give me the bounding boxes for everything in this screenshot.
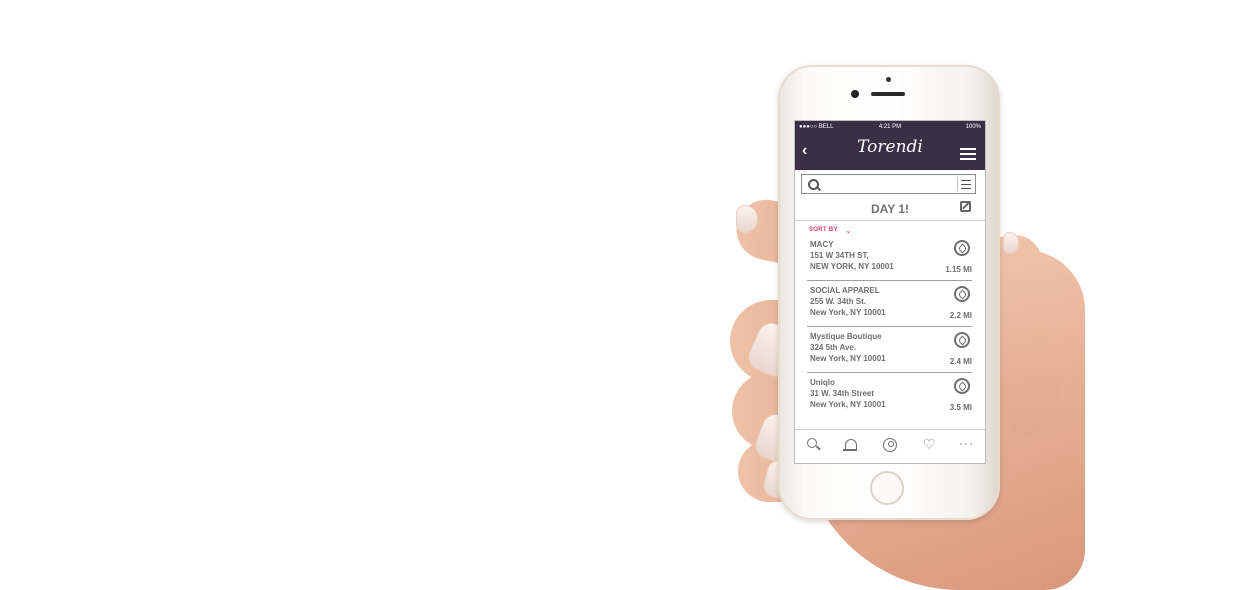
sort-by-label[interactable]: SORT BY	[809, 227, 838, 233]
hamburger-icon[interactable]	[960, 148, 976, 160]
bell-icon[interactable]	[843, 438, 857, 452]
list-item[interactable]: MACY 151 W 34TH ST, NEW YORK, NY 10001 1…	[807, 235, 972, 281]
list-item[interactable]: Uniqlo 31 W. 34th Street New York, NY 10…	[807, 373, 972, 418]
compass-icon[interactable]	[954, 378, 970, 394]
phone-sensor	[886, 77, 891, 82]
status-time: 4:21 PM	[878, 124, 902, 130]
compass-icon[interactable]	[954, 286, 970, 302]
store-address-line2: New York, NY 10001	[810, 308, 886, 317]
tab-bar: ♡ ···	[795, 429, 985, 463]
home-button[interactable]	[870, 471, 904, 505]
store-name: MACY	[810, 240, 834, 249]
store-distance: 1.15 MI	[945, 265, 972, 274]
app-logo: Torendi	[857, 137, 923, 157]
store-distance: 2.4 MI	[949, 357, 972, 366]
store-name: Uniqlo	[810, 378, 835, 387]
search-icon	[808, 179, 819, 190]
profile-icon[interactable]	[883, 438, 897, 452]
store-address-line1: 324 5th Ave.	[810, 343, 857, 352]
day-title: DAY 1!	[870, 202, 910, 216]
store-address-line2: New York, NY 10001	[810, 354, 886, 363]
list-item[interactable]: SOCIAL APPAREL 255 W. 34th St. New York,…	[807, 281, 972, 327]
sort-row[interactable]: SORT BY ⌄	[795, 221, 985, 235]
compass-icon[interactable]	[954, 240, 970, 256]
store-distance: 2.2 MI	[949, 311, 972, 320]
status-bar: ●●●○○ BELL 4:21 PM 100%	[795, 121, 985, 133]
store-address-line1: 31 W. 34th Street	[810, 389, 875, 398]
edit-icon[interactable]	[960, 201, 971, 212]
list-item[interactable]: Mystique Boutique 324 5th Ave. New York,…	[807, 327, 972, 373]
search-input[interactable]	[822, 177, 956, 193]
search-icon[interactable]	[807, 438, 821, 452]
store-address-line1: 255 W. 34th St.	[810, 297, 867, 306]
heart-icon[interactable]: ♡	[923, 437, 937, 451]
compass-icon[interactable]	[954, 332, 970, 348]
phone-speaker	[871, 92, 905, 96]
chevron-down-icon[interactable]: ⌄	[845, 226, 852, 235]
day-header: DAY 1!	[795, 196, 985, 221]
store-address-line2: New York, NY 10001	[810, 400, 886, 409]
store-distance: 3.5 MI	[949, 403, 972, 412]
search-row	[795, 170, 985, 196]
battery-label: 100%	[965, 124, 981, 130]
app-screen: ●●●○○ BELL 4:21 PM 100% ‹ Torendi DAY 1!…	[794, 120, 986, 464]
sliders-icon[interactable]	[957, 177, 973, 191]
store-address-line1: 151 W 34TH ST,	[810, 251, 869, 260]
more-icon[interactable]: ···	[959, 436, 973, 450]
search-box[interactable]	[801, 174, 976, 194]
store-name: Mystique Boutique	[810, 332, 882, 341]
store-name: SOCIAL APPAREL	[810, 286, 880, 295]
phone-camera	[851, 90, 859, 98]
app-header: ‹ Torendi	[795, 133, 985, 170]
store-address-line2: NEW YORK, NY 10001	[810, 262, 894, 271]
